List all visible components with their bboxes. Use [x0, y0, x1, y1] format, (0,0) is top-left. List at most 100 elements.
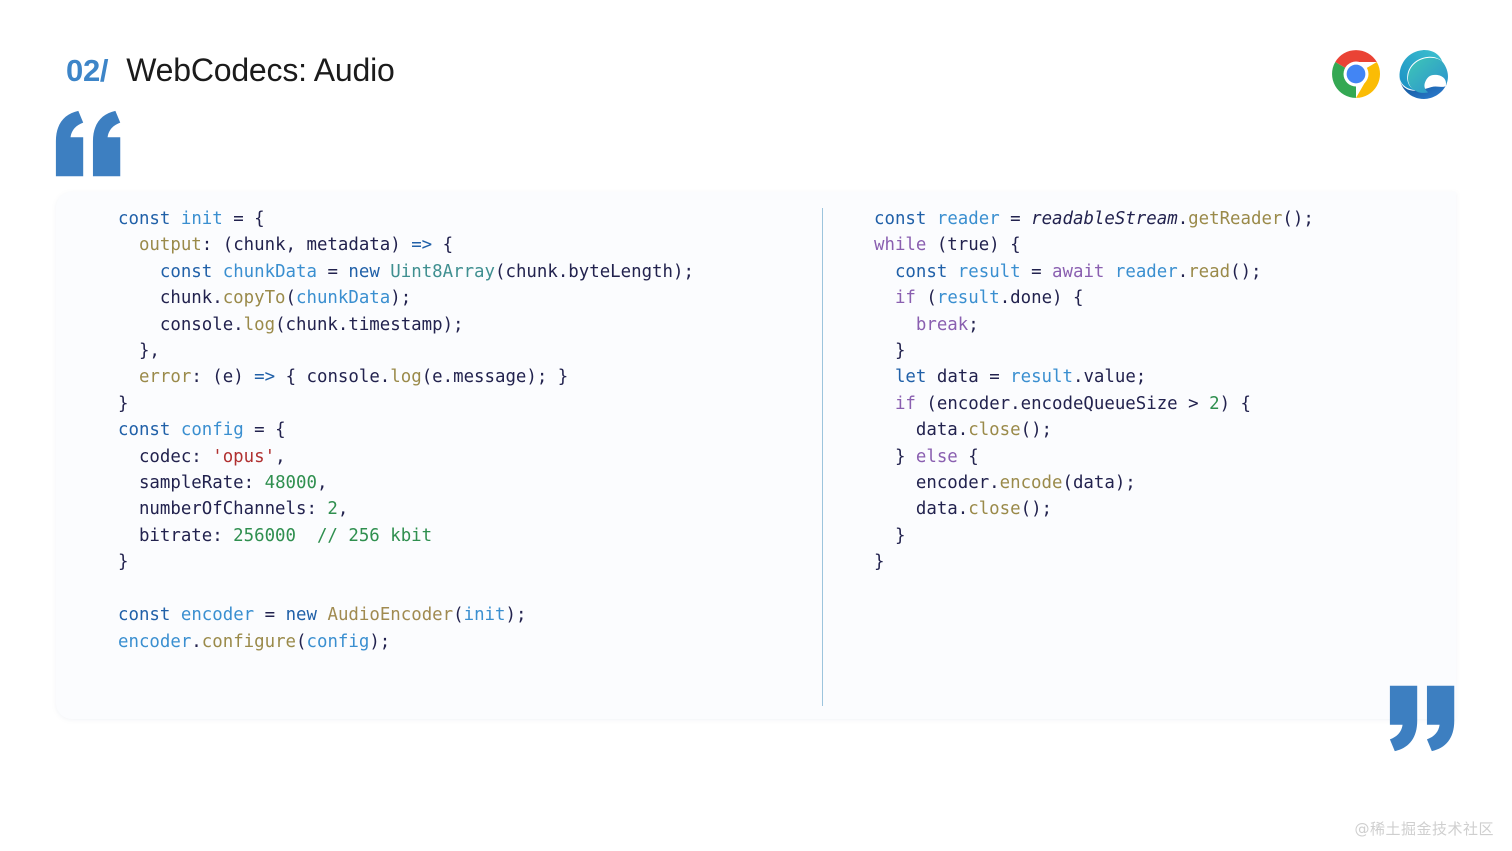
column-divider: [822, 208, 823, 706]
code-token: (: [285, 288, 297, 309]
code-token: .done) {: [999, 288, 1084, 309]
code-token: if: [894, 393, 916, 414]
code-token: ,: [275, 446, 286, 467]
code-block-left[interactable]: const init = { output: (chunk, metadata)…: [118, 206, 808, 655]
code-block-right[interactable]: const reader = readableStream.getReader(…: [874, 206, 1434, 576]
code-token: (chunk.byteLength);: [495, 261, 694, 282]
code-token: 2: [1209, 393, 1220, 414]
code-token: numberOfChannels:: [118, 499, 328, 520]
code-token: error: [138, 367, 192, 388]
code-line: } else {: [874, 444, 1434, 470]
code-line: break;: [874, 312, 1434, 338]
code-line: }: [118, 549, 808, 575]
slide-canvas: 02/ WebCodecs: Audio const init = {outp…: [0, 0, 1512, 851]
code-token: }: [118, 552, 129, 573]
code-token: }: [874, 341, 906, 362]
code-token: AudioEncoder: [327, 605, 454, 626]
code-line: encoder.configure(config);: [118, 629, 808, 655]
code-token: init: [180, 209, 223, 229]
code-token: const: [118, 420, 171, 441]
code-token: codec:: [118, 446, 213, 467]
code-token: config: [306, 631, 370, 652]
code-token: = {: [222, 209, 265, 229]
code-token: (encoder.encodeQueueSize >: [915, 393, 1210, 414]
slide-header: 02/ WebCodecs: Audio: [0, 0, 1512, 110]
code-token: (: [296, 631, 307, 652]
code-token: );: [505, 605, 527, 626]
code-line: output: (chunk, metadata) => {: [118, 232, 808, 258]
code-line: const encoder = new AudioEncoder(init);: [118, 602, 808, 628]
code-token: ) {: [1219, 393, 1251, 414]
code-line: codec: 'opus',: [118, 444, 808, 470]
code-line: error: (e) => { console.log(e.message); …: [118, 364, 808, 390]
code-token: =>: [254, 367, 276, 388]
code-token: init: [463, 605, 506, 626]
code-token: (data);: [1062, 473, 1136, 494]
code-line: if (encoder.encodeQueueSize > 2) {: [874, 391, 1434, 417]
code-line: sampleRate: 48000,: [118, 470, 808, 496]
code-token: new: [348, 261, 380, 282]
code-token: break: [915, 314, 969, 335]
code-token: : (chunk, metadata): [201, 235, 412, 256]
code-token: while: [874, 235, 927, 256]
code-line: }: [874, 523, 1434, 549]
code-token: const: [118, 605, 171, 626]
slide-number: 02/: [66, 53, 109, 88]
code-token: );: [390, 288, 412, 309]
code-token: ();: [1282, 209, 1314, 229]
code-token: }: [874, 446, 916, 467]
code-token: ;: [968, 314, 979, 335]
code-token: },: [118, 341, 160, 362]
code-token: const: [894, 261, 948, 282]
code-token: }: [874, 525, 906, 546]
code-token: else: [915, 446, 958, 467]
code-token: await: [1052, 261, 1105, 282]
code-token: .: [1177, 209, 1189, 229]
code-line: const config = {: [118, 417, 808, 443]
chrome-logo-icon: [1330, 48, 1382, 100]
code-token: 'opus': [212, 446, 276, 467]
code-token: log: [390, 367, 422, 388]
code-token: result: [936, 288, 1000, 309]
code-token: encoder: [180, 605, 255, 626]
code-token: const: [874, 209, 927, 229]
code-token: ,: [316, 473, 328, 494]
code-token: close: [968, 499, 1021, 520]
code-token: output: [138, 235, 202, 256]
code-token: (e.message); }: [421, 367, 569, 388]
code-line: chunk.copyTo(chunkData);: [118, 285, 808, 311]
code-token: Uint8Array: [390, 261, 495, 282]
code-token: {: [957, 446, 979, 467]
code-token: =>: [411, 235, 433, 256]
code-token: data.: [874, 499, 969, 520]
code-token: let: [894, 367, 927, 388]
code-token: =: [999, 209, 1032, 229]
code-token: encoder: [118, 631, 192, 652]
code-token: (: [915, 288, 937, 309]
code-token: : (e): [191, 367, 255, 388]
code-token: ();: [1230, 261, 1262, 282]
code-token: read: [1188, 261, 1231, 282]
code-token: encoder.: [874, 473, 1000, 494]
code-line: const chunkData = new Uint8Array(chunk.b…: [118, 259, 808, 285]
code-line: data.close();: [874, 417, 1434, 443]
page-title: WebCodecs: Audio: [126, 52, 395, 88]
code-token: {: [432, 235, 454, 256]
code-line: console.log(chunk.timestamp);: [118, 312, 808, 338]
code-line: data.close();: [874, 496, 1434, 522]
code-line: const result = await reader.read();: [874, 259, 1434, 285]
code-token: log: [243, 314, 276, 335]
code-token: sampleRate:: [118, 473, 265, 494]
code-token: = {: [243, 420, 286, 441]
